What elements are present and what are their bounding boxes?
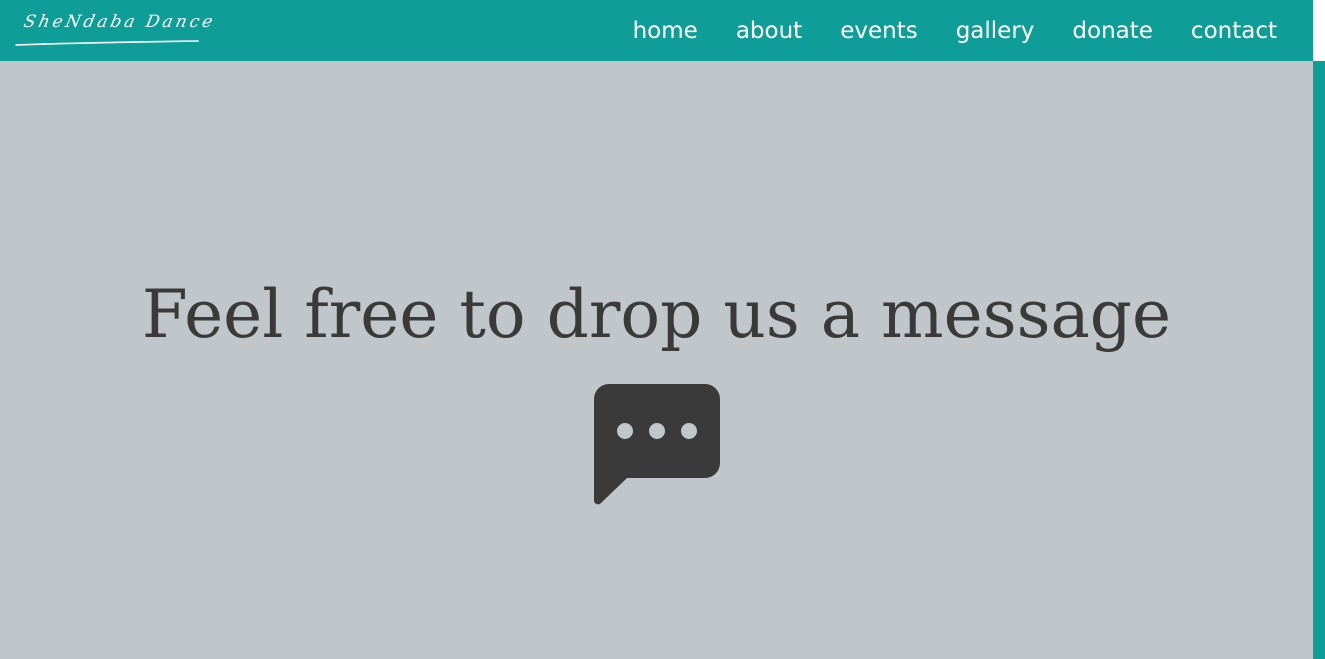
nav-item-events[interactable]: events (840, 18, 918, 44)
nav-item-donate[interactable]: donate (1072, 18, 1153, 44)
nav-item-about[interactable]: about (736, 18, 802, 44)
logo-underline-icon (15, 40, 199, 46)
contact-hero: Feel free to drop us a message (0, 61, 1313, 659)
nav-item-home[interactable]: home (633, 18, 698, 44)
scrollbar-track[interactable] (1313, 0, 1325, 61)
brand-logo[interactable]: SheNdaba Dance (14, 8, 217, 48)
main-nav: home about events gallery donate contact (595, 0, 1277, 61)
brand-logo-text: SheNdaba Dance (21, 12, 218, 32)
top-navbar: SheNdaba Dance home about events gallery… (0, 0, 1313, 61)
page: SheNdaba Dance home about events gallery… (0, 0, 1325, 659)
chat-bubble-icon[interactable] (593, 383, 721, 507)
hero-headline: Feel free to drop us a message (141, 276, 1172, 353)
nav-item-gallery[interactable]: gallery (956, 18, 1035, 44)
nav-item-contact[interactable]: contact (1191, 18, 1277, 44)
scrollbar-thumb[interactable] (1313, 61, 1325, 659)
